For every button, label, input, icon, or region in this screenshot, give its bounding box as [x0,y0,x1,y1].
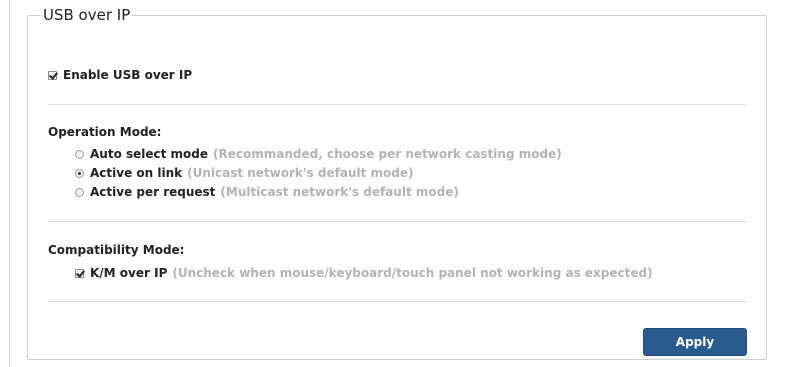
radio-auto-select-mode[interactable]: Auto select mode (Recommanded, choose pe… [75,147,562,161]
radio-active-on-link-label: Active on link [90,166,183,180]
apply-button[interactable]: Apply [643,328,747,356]
radio-active-on-link-hint: (Unicast network's default mode) [187,166,414,180]
radio-active-per-request-label: Active per request [90,185,216,199]
enable-usb-row[interactable]: Enable USB over IP [48,68,192,82]
panel-title: USB over IP [43,6,131,24]
divider-1 [48,104,746,105]
radio-active-on-link[interactable]: Active on link (Unicast network's defaul… [75,166,413,180]
compatibility-mode-title: Compatibility Mode: [48,243,185,257]
km-over-ip-row[interactable]: K/M over IP (Uncheck when mouse/keyboard… [75,266,653,280]
enable-usb-label: Enable USB over IP [63,68,193,82]
page: USB over IP Enable USB over IP Operation… [0,0,788,367]
km-over-ip-hint: (Uncheck when mouse/keyboard/touch panel… [172,266,653,280]
divider-3 [48,301,746,302]
radio-active-on-link-button[interactable] [75,168,84,178]
radio-active-per-request-hint: (Multicast network's default mode) [220,185,459,199]
radio-auto-select-hint: (Recommanded, choose per network casting… [213,147,562,161]
left-border-line [9,0,10,367]
radio-active-per-request-button[interactable] [75,187,84,197]
operation-mode-title: Operation Mode: [48,125,162,139]
radio-active-per-request[interactable]: Active per request (Multicast network's … [75,185,459,199]
km-over-ip-label: K/M over IP [90,266,168,280]
radio-auto-select-label: Auto select mode [90,147,209,161]
divider-2 [48,221,746,222]
enable-usb-checkbox[interactable] [48,70,57,80]
km-over-ip-checkbox[interactable] [75,268,84,278]
usb-over-ip-panel: USB over IP Enable USB over IP Operation… [27,7,767,360]
radio-auto-select-button[interactable] [75,149,84,159]
